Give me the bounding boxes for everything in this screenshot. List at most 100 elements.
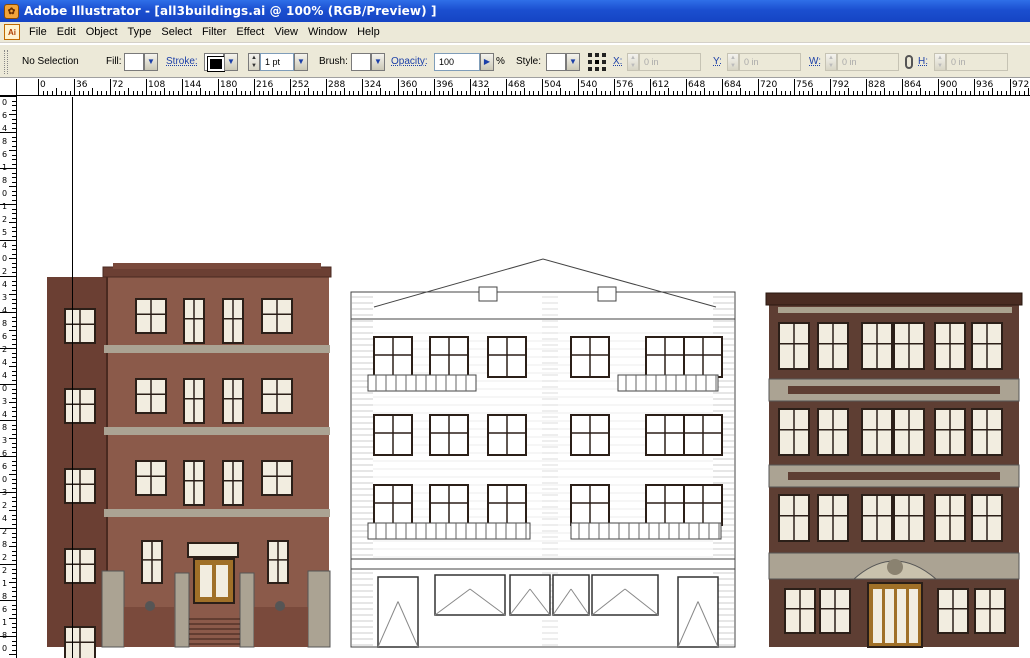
building-left bbox=[47, 263, 332, 658]
menu-filter[interactable]: Filter bbox=[197, 23, 231, 41]
vertical-ruler[interactable]: 0648618012540243486244034836603242822186… bbox=[0, 96, 17, 658]
ruler-label: 4 bbox=[2, 358, 8, 367]
ruler-tick bbox=[9, 582, 16, 583]
ruler-tick bbox=[12, 109, 16, 111]
menu-type[interactable]: Type bbox=[123, 23, 157, 41]
ruler-minor-tick bbox=[137, 91, 138, 95]
ruler-label: 8 bbox=[2, 137, 8, 146]
stone-band bbox=[104, 509, 330, 517]
menu-window[interactable]: Window bbox=[303, 23, 352, 41]
ruler-minor-tick bbox=[677, 91, 678, 95]
reference-point-icon[interactable] bbox=[588, 53, 606, 71]
ruler-tick bbox=[12, 289, 16, 291]
menu-help[interactable]: Help bbox=[352, 23, 385, 41]
ruler-tick bbox=[12, 262, 16, 264]
artboard-canvas[interactable] bbox=[18, 97, 1030, 658]
brush-dropdown-button[interactable]: ▼ bbox=[371, 53, 385, 71]
ruler-minor-tick bbox=[573, 91, 575, 95]
ruler-minor-tick bbox=[510, 91, 512, 95]
style-swatch[interactable] bbox=[546, 53, 566, 71]
ruler-major-tick bbox=[110, 79, 111, 95]
ruler-label: 0 bbox=[2, 475, 8, 484]
h-label[interactable]: H: bbox=[918, 55, 928, 68]
ruler-major-tick bbox=[38, 79, 39, 95]
storefront-window bbox=[377, 576, 419, 648]
ruler-minor-tick bbox=[222, 91, 224, 95]
palette-grip[interactable] bbox=[4, 50, 8, 74]
ruler-minor-tick bbox=[699, 91, 701, 95]
stroke-label[interactable]: Stroke: bbox=[166, 55, 198, 68]
ruler-minor-tick bbox=[929, 91, 930, 95]
ruler-minor-tick bbox=[965, 91, 966, 95]
ruler-minor-tick bbox=[200, 88, 201, 95]
artwork[interactable] bbox=[18, 97, 1030, 658]
opacity-field[interactable]: 100 bbox=[434, 53, 480, 71]
stroke-weight-stepper[interactable]: ▲ ▼ bbox=[248, 53, 260, 71]
menu-effect[interactable]: Effect bbox=[231, 23, 269, 41]
y-label[interactable]: Y: bbox=[713, 55, 722, 68]
brush-swatch[interactable] bbox=[351, 53, 371, 71]
opacity-label[interactable]: Opacity: bbox=[391, 55, 428, 68]
ruler-tick bbox=[0, 384, 16, 385]
fill-dropdown-button[interactable]: ▼ bbox=[144, 53, 158, 71]
ruler-origin-corner[interactable] bbox=[0, 79, 17, 96]
opacity-arrow-button[interactable]: ▶ bbox=[480, 53, 494, 71]
ruler-tick bbox=[12, 285, 16, 286]
constrain-proportions-icon[interactable] bbox=[905, 55, 913, 69]
ruler-label: 2 bbox=[2, 345, 8, 354]
ruler-tick bbox=[12, 622, 16, 624]
stone-pier bbox=[101, 570, 125, 648]
ruler-label: 756 bbox=[796, 80, 814, 90]
menu-edit[interactable]: Edit bbox=[52, 23, 81, 41]
ruler-minor-tick bbox=[69, 91, 71, 95]
ruler-minor-tick bbox=[380, 88, 381, 95]
ruler-tick bbox=[12, 375, 16, 376]
ruler-minor-tick bbox=[456, 91, 458, 95]
ruler-tick bbox=[12, 429, 16, 430]
ruler-minor-tick bbox=[488, 88, 489, 95]
ruler-tick bbox=[0, 600, 16, 601]
h-stepper: ▲ ▼ bbox=[934, 53, 946, 71]
ruler-label: 5 bbox=[2, 228, 8, 237]
ruler-label: 2 bbox=[2, 566, 8, 575]
ruler-tick bbox=[12, 649, 16, 651]
ruler-minor-tick bbox=[704, 88, 705, 95]
ruler-minor-tick bbox=[785, 91, 786, 95]
ruler-label: 6 bbox=[2, 111, 8, 120]
stone-pier bbox=[174, 572, 190, 648]
ruler-minor-tick bbox=[857, 91, 858, 95]
ruler-tick bbox=[12, 586, 16, 588]
ruler-minor-tick bbox=[407, 91, 408, 95]
fill-swatch[interactable] bbox=[124, 53, 144, 71]
w-label[interactable]: W: bbox=[809, 55, 821, 68]
stroke-swatch[interactable] bbox=[204, 53, 225, 72]
menu-file[interactable]: File bbox=[24, 23, 52, 41]
ruler-minor-tick bbox=[515, 91, 516, 95]
stroke-dropdown-button[interactable]: ▼ bbox=[224, 53, 238, 71]
balcony-railing bbox=[617, 374, 719, 392]
menu-object[interactable]: Object bbox=[81, 23, 123, 41]
x-label[interactable]: X: bbox=[613, 55, 622, 68]
ruler-label: 324 bbox=[364, 80, 382, 90]
ruler-tick bbox=[9, 294, 16, 295]
stroke-weight-field[interactable]: 1 pt bbox=[260, 53, 294, 71]
ruler-minor-tick bbox=[627, 91, 629, 95]
ruler-minor-tick bbox=[632, 88, 633, 95]
stroke-weight-dropdown-button[interactable]: ▼ bbox=[294, 53, 308, 71]
style-dropdown-button[interactable]: ▼ bbox=[566, 53, 580, 71]
menu-view[interactable]: View bbox=[269, 23, 303, 41]
illustrator-app-icon[interactable]: ✿ bbox=[4, 3, 19, 19]
vertical-guide[interactable] bbox=[72, 97, 73, 658]
ruler-tick bbox=[0, 492, 16, 493]
ruler-tick bbox=[12, 496, 16, 498]
ruler-minor-tick bbox=[92, 88, 93, 95]
ruler-minor-tick bbox=[339, 91, 341, 95]
ruler-minor-tick bbox=[654, 91, 656, 95]
ruler-label: 2 bbox=[2, 267, 8, 276]
document-icon[interactable]: Ai bbox=[4, 24, 20, 40]
door-glass bbox=[873, 589, 882, 643]
horizontal-ruler[interactable]: 0 36 72 108 144 180 216 252 288 324 360 396 432 468 50… bbox=[17, 79, 1030, 96]
ruler-tick bbox=[12, 559, 16, 561]
ruler-minor-tick bbox=[924, 91, 926, 95]
menu-select[interactable]: Select bbox=[156, 23, 197, 41]
